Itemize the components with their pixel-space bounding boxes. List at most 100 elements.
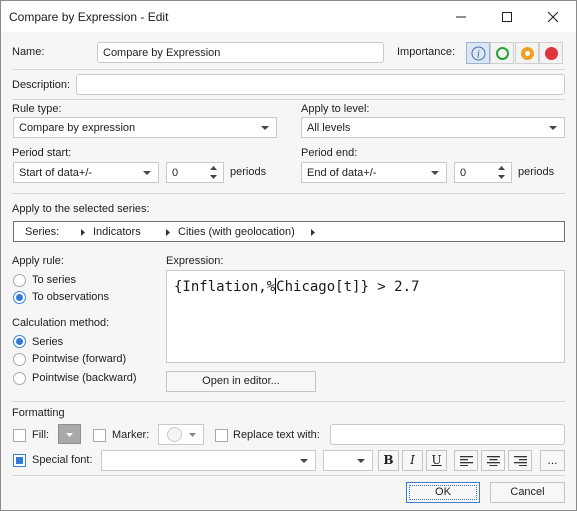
name-label: Name: (12, 46, 45, 58)
period-start-offset-stepper[interactable]: 0 (166, 162, 224, 183)
period-end-offset-stepper[interactable]: 0 (454, 162, 512, 183)
expression-label: Expression: (166, 255, 224, 267)
fill-checkbox[interactable] (13, 429, 26, 442)
name-input[interactable]: Compare by Expression (97, 42, 384, 63)
info-icon: i (471, 46, 486, 61)
font-size-select[interactable] (323, 450, 373, 471)
open-in-editor-button[interactable]: Open in editor... (166, 371, 316, 392)
rule-type-select[interactable]: Compare by expression (13, 117, 277, 138)
cancel-button[interactable]: Cancel (490, 482, 565, 503)
expression-editor[interactable]: {Inflation,%Chicago[t]} > 2.7 (166, 270, 565, 363)
period-start-label: Period start: (12, 147, 72, 159)
calc-forward-radio[interactable] (13, 353, 26, 366)
calc-method-label: Calculation method: (12, 317, 110, 329)
ok-button[interactable]: OK (406, 482, 480, 503)
green-circle-icon (496, 47, 509, 60)
svg-text:i: i (477, 50, 480, 61)
chevron-down-icon (66, 433, 73, 437)
divider (12, 69, 565, 70)
apply-level-label: Apply to level: (301, 103, 370, 115)
breadcrumb-item[interactable]: Indicators (93, 226, 141, 238)
bold-button[interactable]: B (378, 450, 399, 471)
marker-checkbox[interactable] (93, 429, 106, 442)
period-end-offset-value: 0 (460, 167, 467, 179)
divider (12, 99, 565, 100)
importance-info-button[interactable]: i (466, 42, 490, 64)
more-options-button[interactable]: ... (540, 450, 565, 471)
underline-button[interactable]: U (426, 450, 447, 471)
replace-text-checkbox[interactable] (215, 429, 228, 442)
period-end-value: End of data+/- (307, 167, 377, 179)
divider (12, 193, 565, 194)
marker-select[interactable] (158, 424, 204, 445)
chevron-right-icon (311, 229, 315, 236)
special-font-label: Special font: (32, 454, 93, 466)
divider (12, 401, 565, 402)
importance-low-button[interactable] (490, 42, 514, 64)
calc-backward-radio[interactable] (13, 372, 26, 385)
replace-text-label: Replace text with: (233, 429, 320, 441)
series-breadcrumb[interactable]: Series: Indicators Cities (with geolocat… (13, 221, 565, 242)
rule-type-label: Rule type: (12, 103, 62, 115)
calc-forward-label[interactable]: Pointwise (forward) (32, 353, 126, 365)
divider (12, 475, 565, 476)
apply-level-value: All levels (307, 122, 351, 134)
maximize-button[interactable] (484, 1, 530, 32)
apply-level-select[interactable]: All levels (301, 117, 565, 138)
spin-down-icon[interactable] (498, 175, 505, 180)
chevron-down-icon (357, 459, 365, 463)
description-input[interactable] (76, 74, 565, 95)
period-start-value: Start of data+/- (19, 167, 93, 179)
dialog-window: Compare by Expression - Edit Name: Compa… (0, 0, 577, 511)
period-start-unit: periods (230, 166, 267, 178)
apply-to-series-label[interactable]: To series (32, 274, 76, 286)
period-end-select[interactable]: End of data+/- (301, 162, 447, 183)
align-left-button[interactable] (454, 450, 478, 471)
chevron-right-icon (81, 229, 85, 236)
importance-label: Importance: (397, 46, 456, 58)
breadcrumb-item[interactable]: Series: (25, 226, 59, 238)
align-left-icon (460, 456, 473, 466)
description-label: Description: (12, 79, 71, 91)
close-icon (547, 11, 559, 23)
minimize-button[interactable] (438, 1, 484, 32)
align-right-icon (514, 456, 527, 466)
chevron-down-icon (189, 433, 196, 437)
chevron-down-icon (143, 171, 151, 175)
period-end-unit: periods (518, 166, 555, 178)
chevron-down-icon (549, 126, 557, 130)
breadcrumb-item[interactable]: Cities (with geolocation) (178, 226, 295, 238)
calc-series-radio[interactable] (13, 335, 26, 348)
close-button[interactable] (530, 1, 576, 32)
importance-medium-button[interactable] (515, 42, 539, 64)
period-end-label: Period end: (301, 147, 358, 159)
fill-color-button[interactable] (58, 424, 81, 444)
period-start-select[interactable]: Start of data+/- (13, 162, 159, 183)
spin-up-icon[interactable] (210, 166, 217, 171)
align-center-icon (487, 456, 500, 466)
minimize-icon (456, 16, 466, 18)
marker-circle-icon (167, 427, 182, 442)
rule-type-value: Compare by expression (19, 122, 136, 134)
red-circle-icon (545, 47, 558, 60)
period-start-offset-value: 0 (172, 167, 179, 179)
align-center-button[interactable] (481, 450, 505, 471)
calc-backward-label[interactable]: Pointwise (backward) (32, 372, 137, 384)
replace-text-input[interactable] (330, 424, 565, 445)
title-bar: Compare by Expression - Edit (1, 1, 576, 32)
spin-down-icon[interactable] (210, 175, 217, 180)
window-title: Compare by Expression - Edit (9, 10, 169, 24)
apply-to-series-radio[interactable] (13, 274, 26, 287)
special-font-checkbox[interactable] (13, 454, 26, 467)
spin-up-icon[interactable] (498, 166, 505, 171)
chevron-down-icon (300, 459, 308, 463)
align-right-button[interactable] (508, 450, 532, 471)
apply-to-observations-radio[interactable] (13, 291, 26, 304)
fill-label: Fill: (32, 429, 50, 441)
font-name-select[interactable] (101, 450, 316, 471)
importance-high-button[interactable] (539, 42, 563, 64)
italic-button[interactable]: I (402, 450, 423, 471)
apply-to-observations-label[interactable]: To observations (32, 291, 109, 303)
chevron-down-icon (261, 126, 269, 130)
calc-series-label[interactable]: Series (32, 336, 63, 348)
